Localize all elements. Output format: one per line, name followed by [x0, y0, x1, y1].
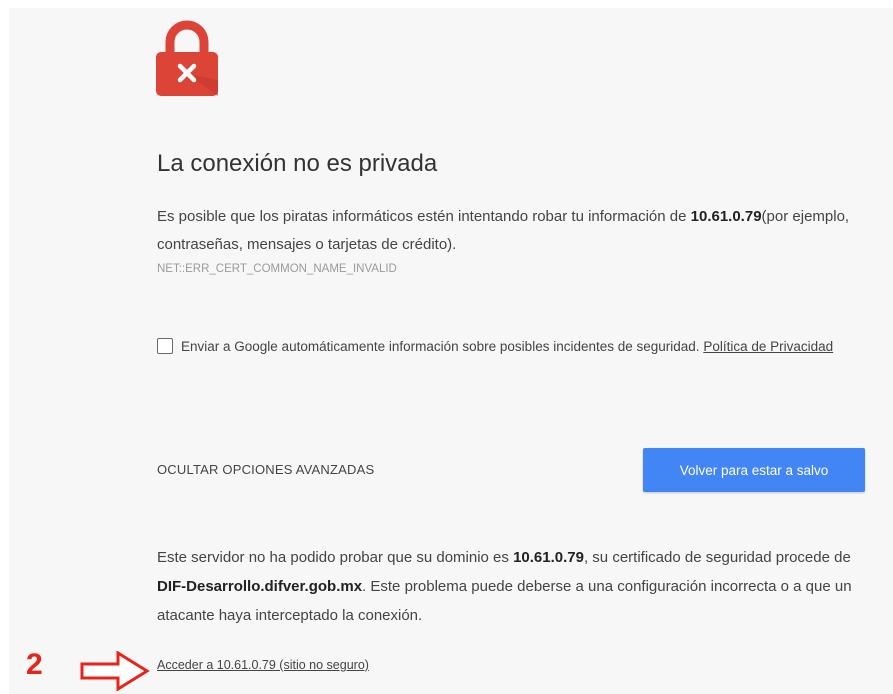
lock-error-icon [156, 20, 218, 96]
details-part2: , su certificado de seguridad procede de [583, 549, 851, 566]
proceed-unsafe-link[interactable]: Acceder a 10.61.0.79 (sitio no seguro) [157, 658, 369, 672]
arrow-right-outline-icon [80, 651, 150, 691]
details-issuer: DIF-Desarrollo.difver.gob.mx [157, 578, 363, 595]
back-to-safety-button[interactable]: Volver para estar a salvo [643, 448, 865, 492]
error-code: NET::ERR_CERT_COMMON_NAME_INVALID [157, 263, 397, 275]
warning-description: Es posible que los piratas informáticos … [157, 203, 857, 259]
description-prefix: Es posible que los piratas informáticos … [157, 208, 691, 225]
details-domain: 10.61.0.79 [513, 549, 584, 566]
page-title: La conexión no es privada [157, 150, 438, 177]
annotation-step-number: 2 [26, 648, 43, 681]
details-part1: Este servidor no ha podido probar que su… [157, 549, 514, 566]
report-option: Enviar a Google automáticamente informac… [157, 333, 867, 361]
report-checkbox[interactable] [157, 338, 173, 354]
advanced-details: Este servidor no ha podido probar que su… [157, 543, 857, 630]
hide-advanced-button[interactable]: OCULTAR OPCIONES AVANZADAS [157, 462, 374, 477]
report-text: Enviar a Google automáticamente informac… [181, 339, 704, 354]
privacy-policy-link[interactable]: Política de Privacidad [703, 339, 833, 354]
host-name: 10.61.0.79 [690, 208, 762, 225]
